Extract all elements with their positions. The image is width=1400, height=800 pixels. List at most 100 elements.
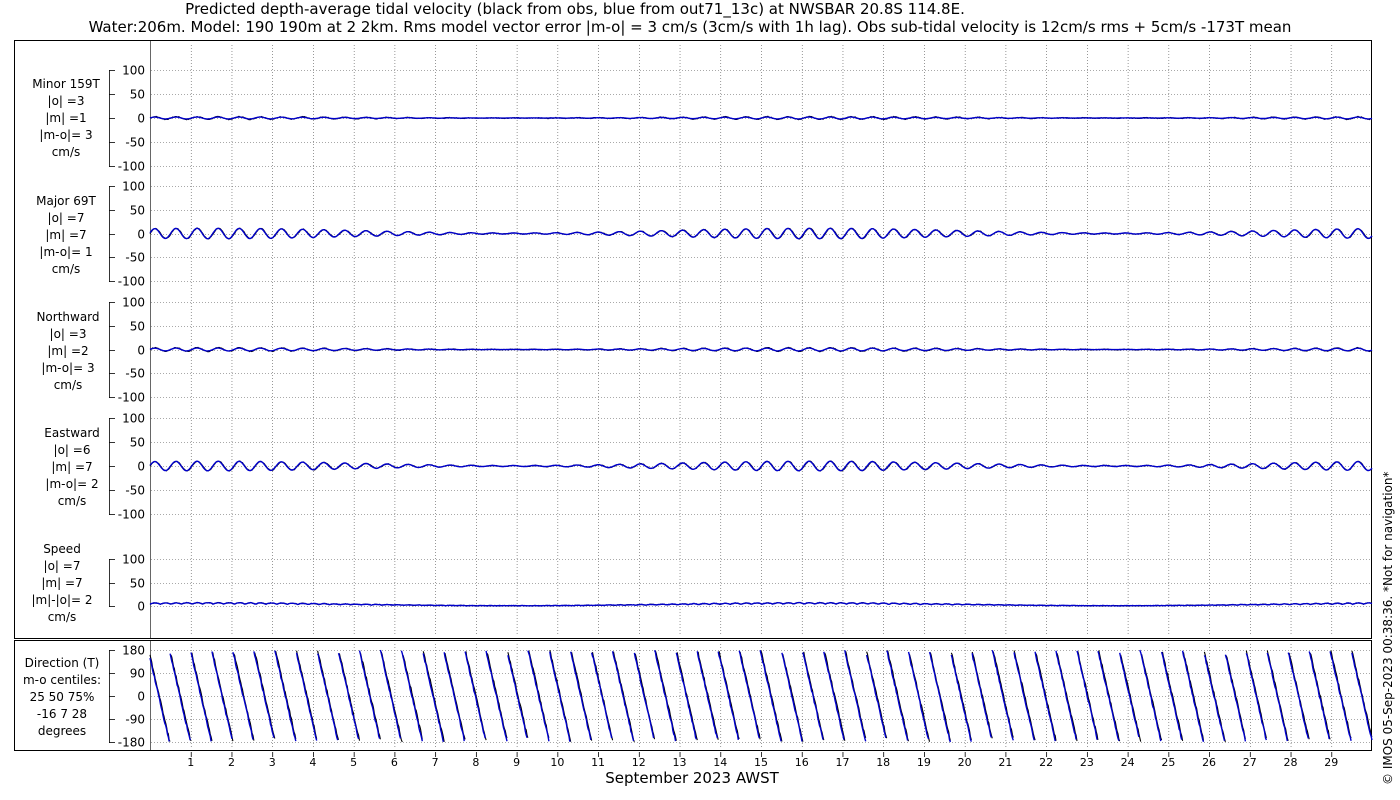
- tidal-velocity-chart: 1 2 3 4 5 6 7 8 9 10 11 12 13 14 15 16 17 18 19 20 21 22 23 24 2…: [14, 40, 1373, 770]
- speed-series-model: [149, 601, 1373, 607]
- y-tick-label: 100: [122, 412, 145, 426]
- panel-label-line: Minor 159T: [32, 77, 100, 91]
- y-tick-label: 0: [137, 690, 145, 704]
- panel-label-line: |o| =7: [48, 211, 85, 225]
- x-tick-label: 26: [1202, 756, 1216, 769]
- y-tick-label: 50: [130, 577, 145, 591]
- major-series-model: [149, 227, 1373, 240]
- y-tick-label: -100: [118, 391, 145, 405]
- x-tick-label: 21: [998, 756, 1012, 769]
- y-tick-label: 50: [130, 204, 145, 218]
- y-tick-label: 90: [130, 667, 145, 681]
- panel-label-line: |m-o|= 1: [39, 245, 92, 259]
- panel-label-line: |m-o|= 3: [39, 128, 92, 142]
- y-tick-label: -50: [125, 136, 145, 150]
- upper-frame: [14, 40, 1372, 639]
- x-tick-label: 2: [228, 756, 235, 769]
- x-tick-label: 24: [1121, 756, 1135, 769]
- y-tick-label: 0: [137, 112, 145, 126]
- panel-label-line: m-o centiles:: [23, 673, 101, 687]
- chart-grid: [109, 45, 1370, 757]
- x-tick-label: 28: [1284, 756, 1298, 769]
- chart-frames: [14, 40, 1372, 751]
- y-tick-label: 50: [130, 88, 145, 102]
- y-tick-label: 50: [130, 320, 145, 334]
- panel-label-line: |m-o|= 2: [45, 477, 98, 491]
- panel-label-line: |m| =2: [47, 344, 88, 358]
- x-tick-label: 27: [1243, 756, 1257, 769]
- panel-label-line: |m| =7: [51, 460, 92, 474]
- x-tick-label: 17: [835, 756, 849, 769]
- panel-label-line: cm/s: [52, 145, 81, 159]
- x-tick-label: 18: [876, 756, 890, 769]
- x-tick-label: 4: [309, 756, 316, 769]
- x-tick-label: 9: [513, 756, 520, 769]
- y-tick-label: 0: [137, 600, 145, 614]
- panel-label-line: |o| =7: [44, 559, 81, 573]
- panel-label-line: Speed: [43, 542, 81, 556]
- y-tick-label: -100: [118, 275, 145, 289]
- copyright-notice: © IMOS 05-Sep-2023 00:38:36. *Not for na…: [1381, 471, 1395, 785]
- panel-label-line: 25 50 75%: [30, 690, 95, 704]
- x-tick-label: 10: [550, 756, 564, 769]
- panel-label-line: Northward: [36, 310, 99, 324]
- x-tick-label: 12: [632, 756, 646, 769]
- y-tick-label: 50: [130, 436, 145, 450]
- y-tick-label: -50: [125, 367, 145, 381]
- panel-label-line: |m| =7: [45, 228, 86, 242]
- chart-series: [149, 115, 1373, 743]
- panel-label-line: cm/s: [58, 494, 87, 508]
- panel-label-line: |m| =7: [41, 576, 82, 590]
- panel-label-line: Eastward: [44, 426, 99, 440]
- y-tick-label: -50: [125, 251, 145, 265]
- y-tick-label: -100: [118, 508, 145, 522]
- x-tick-label: 29: [1324, 756, 1338, 769]
- x-tick-label: 3: [269, 756, 276, 769]
- y-tick-label: -100: [118, 160, 145, 174]
- x-tick-label: 13: [673, 756, 687, 769]
- x-tick-label: 25: [1161, 756, 1175, 769]
- direction-series-model: [149, 649, 1373, 743]
- panel-label-line: |o| =3: [50, 327, 87, 341]
- y-tick-label: 100: [122, 180, 145, 194]
- x-tick-label: 15: [754, 756, 768, 769]
- y-tick-label: 100: [122, 296, 145, 310]
- panel-label-line: cm/s: [54, 378, 83, 392]
- panel-label-line: Direction (T): [25, 656, 100, 670]
- panel-label-line: |o| =6: [54, 443, 91, 457]
- direction-series-obs: [149, 650, 1373, 743]
- y-tick-label: 100: [122, 64, 145, 78]
- x-tick-label: 16: [795, 756, 809, 769]
- panel-label-line: cm/s: [48, 610, 77, 624]
- minor-series-model: [149, 116, 1373, 120]
- y-tick-label: 100: [122, 553, 145, 567]
- east-series-model: [149, 460, 1373, 472]
- x-tick-label: 23: [1080, 756, 1094, 769]
- y-tick-label: -180: [118, 736, 145, 750]
- x-axis-label: September 2023 AWST: [605, 769, 779, 787]
- x-tick-label: 20: [958, 756, 972, 769]
- panel-label-line: |m|-|o|= 2: [31, 593, 92, 607]
- y-tick-label: 0: [137, 344, 145, 358]
- y-tick-label: -90: [125, 713, 145, 727]
- chart-labels: 1 2 3 4 5 6 7 8 9 10 11 12 13 14 15 16 17 18 19 20 21 22 23 24 2…: [23, 64, 1338, 770]
- x-tick-label: 11: [591, 756, 605, 769]
- panel-label-line: |m| =1: [45, 111, 86, 125]
- panel-label-line: -16 7 28: [37, 707, 87, 721]
- panel-label-line: |m-o|= 3: [41, 361, 94, 375]
- y-tick-label: 0: [137, 460, 145, 474]
- x-tick-label: 14: [713, 756, 727, 769]
- y-tick-label: 0: [137, 228, 145, 242]
- x-tick-label: 22: [1039, 756, 1053, 769]
- x-tick-label: 5: [350, 756, 357, 769]
- panel-label-line: cm/s: [52, 262, 81, 276]
- x-tick-label: 8: [472, 756, 479, 769]
- panel-label-line: degrees: [38, 724, 86, 738]
- lower-frame: [14, 640, 1372, 751]
- panel-label-line: |o| =3: [48, 94, 85, 108]
- x-tick-label: 1: [187, 756, 194, 769]
- x-tick-label: 6: [391, 756, 398, 769]
- y-tick-label: 180: [122, 644, 145, 658]
- x-tick-label: 19: [917, 756, 931, 769]
- x-tick-label: 7: [432, 756, 439, 769]
